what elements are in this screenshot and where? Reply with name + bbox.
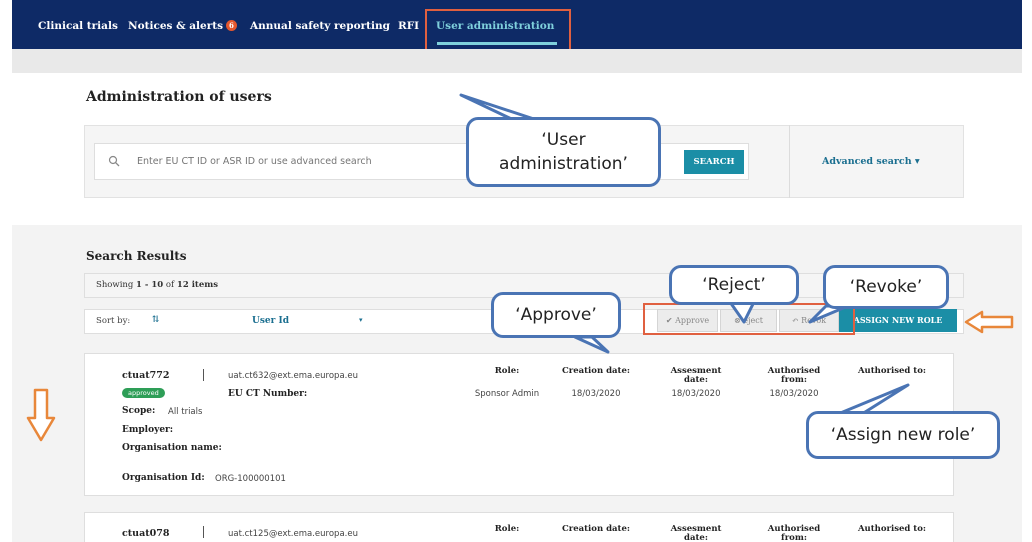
organisation-id-value: ORG-100000101 [215, 474, 286, 484]
employer-label: Employer: [122, 425, 174, 435]
nav-rfi[interactable]: RFI [398, 20, 419, 32]
role-value: Sponsor Admin [474, 389, 540, 399]
nav-clinical-trials[interactable]: Clinical trials [38, 20, 118, 32]
role-label: Role: [494, 366, 520, 376]
authorised-from-line2: from: [781, 375, 807, 385]
showing-prefix: Showing [96, 280, 137, 290]
showing-of: of [163, 280, 177, 290]
assesment-date-label: Assesment date: [660, 525, 732, 542]
sort-by-label: Sort by: [96, 316, 131, 326]
advanced-search-link[interactable]: Advanced search ▾ [822, 156, 920, 167]
user-id[interactable]: ctuat078 [122, 528, 169, 539]
page-title: Administration of users [86, 89, 272, 105]
notices-count-badge: 6 [225, 20, 237, 31]
authorised-to-label: Authorised to: [857, 524, 927, 534]
eu-ct-number-label: EU CT Number: [228, 389, 308, 399]
callout-user-admin-line2: administration’ [499, 154, 628, 174]
callout-reject: ‘Reject’ [669, 265, 799, 305]
sort-direction-icon[interactable]: ⇅ [152, 315, 160, 325]
role-label: Role: [494, 524, 520, 534]
assesment-date-label: Assesment date: [660, 367, 732, 385]
callout-approve-text: ‘Approve’ [515, 305, 597, 325]
actions-highlight-frame [643, 303, 855, 335]
callout-reject-text: ‘Reject’ [702, 275, 766, 295]
callout-revoke: ‘Revoke’ [823, 265, 949, 309]
showing-range: 1 - 10 [136, 280, 164, 290]
authorised-from-label: Authorised from: [758, 367, 830, 385]
user-id[interactable]: ctuat772 [122, 370, 169, 381]
user-email: uat.ct125@ext.ema.europa.eu [228, 529, 358, 539]
authorised-from-line2: from: [781, 533, 807, 542]
scope-value: All trials [168, 407, 203, 417]
nav-annual-safety-reporting[interactable]: Annual safety reporting [250, 20, 390, 32]
authorised-from-value: 18/03/2020 [769, 389, 819, 399]
callout-assign-text: ‘Assign new role’ [830, 425, 976, 445]
status-badge: approved [122, 388, 165, 398]
nav-notices-alerts[interactable]: Notices & alerts 6 [128, 20, 237, 32]
assesment-label-line2: date: [684, 533, 708, 542]
showing-total: 12 items [176, 280, 219, 290]
callout-revoke-text: ‘Revoke’ [849, 277, 923, 297]
authorised-to-label: Authorised to: [857, 366, 927, 376]
callout-assign-new-role: ‘Assign new role’ [806, 411, 1000, 459]
sort-select[interactable]: User Id [252, 316, 289, 326]
callout-user-administration: ‘User administration’ [466, 117, 661, 187]
creation-date-value: 18/03/2020 [571, 389, 621, 399]
assign-new-role-button[interactable]: ASSIGN NEW ROLE [839, 309, 957, 332]
header-strip [12, 49, 1022, 73]
assesment-date-value: 18/03/2020 [671, 389, 721, 399]
showing-count: Showing 1 - 10 of 12 items [96, 280, 218, 290]
organisation-name-label: Organisation name: [122, 443, 222, 453]
authorised-from-label: Authorised from: [758, 525, 830, 542]
search-divider [789, 125, 790, 198]
nav-notices-label: Notices & alerts [128, 20, 223, 32]
callout-user-admin-line1: ‘User [541, 130, 586, 150]
creation-date-label: Creation date: [561, 366, 631, 376]
separator [203, 526, 204, 538]
assesment-label-line2: date: [684, 375, 708, 385]
chevron-down-icon[interactable]: ▾ [359, 316, 363, 324]
user-email: uat.ct632@ext.ema.europa.eu [228, 371, 358, 381]
search-icon [108, 155, 120, 167]
scope-label: Scope: [122, 406, 156, 416]
separator [203, 369, 204, 381]
search-button[interactable]: SEARCH [684, 150, 744, 174]
organisation-id-label: Organisation Id: [122, 473, 205, 483]
callout-approve: ‘Approve’ [491, 292, 621, 338]
search-results-title: Search Results [86, 249, 187, 263]
callout-user-administration-text: ‘User administration’ [499, 128, 628, 176]
user-admin-highlight-frame [425, 9, 571, 54]
creation-date-label: Creation date: [561, 524, 631, 534]
